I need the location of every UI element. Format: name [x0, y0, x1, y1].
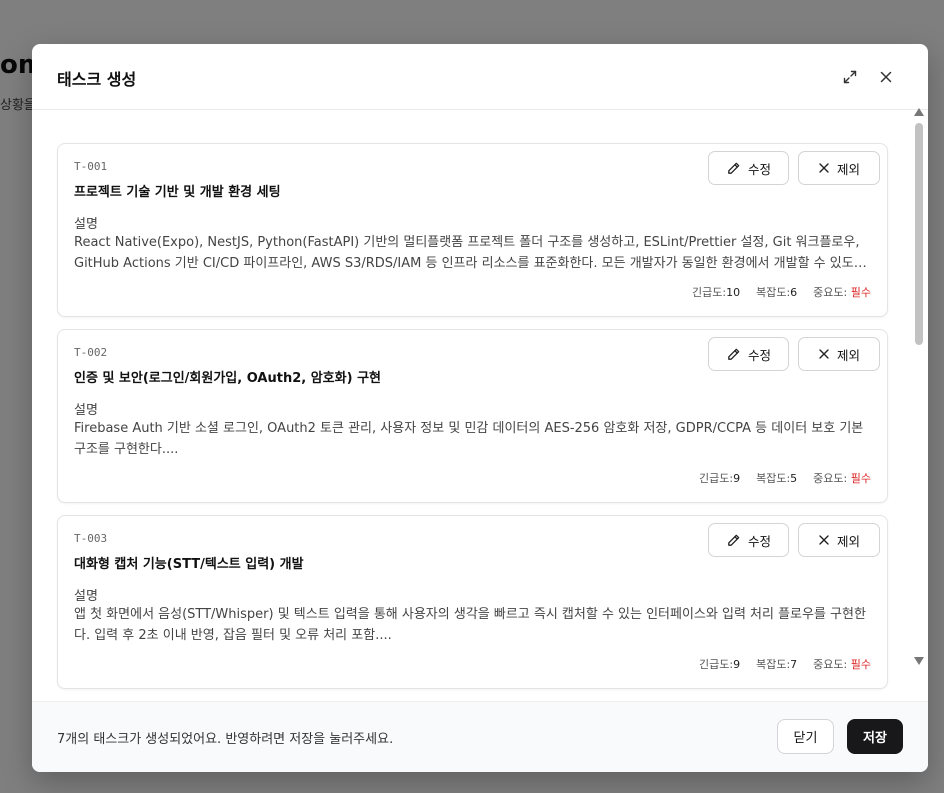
complexity-label: 복잡도: [756, 472, 791, 485]
edit-label: 수정 [747, 161, 771, 177]
exclude-button[interactable]: 제외 [798, 523, 880, 557]
task-list[interactable]: T-001 프로젝트 기술 기반 및 개발 환경 세팅 수정 제외 설명 Rea… [32, 110, 928, 702]
dialog-footer: 7개의 태스크가 생성되었어요. 반영하려면 저장을 눌러주세요. 닫기 저장 [32, 701, 928, 772]
edit-label: 수정 [747, 347, 771, 363]
save-button[interactable]: 저장 [847, 719, 903, 754]
importance-label: 중요도: [813, 286, 848, 299]
task-title: 대화형 캡처 기능(STT/텍스트 입력) 개발 [74, 557, 304, 572]
x-icon [819, 535, 829, 545]
exclude-label: 제외 [836, 161, 860, 177]
task-card: T-001 프로젝트 기술 기반 및 개발 환경 세팅 수정 제외 설명 Rea… [57, 143, 888, 317]
task-id: T-001 [74, 160, 108, 173]
close-button[interactable]: 닫기 [777, 719, 834, 754]
pencil-icon [728, 162, 740, 174]
scrollbar-thumb[interactable] [915, 123, 923, 345]
edit-label: 수정 [747, 533, 771, 549]
task-id: T-002 [74, 346, 108, 359]
edit-button[interactable]: 수정 [708, 337, 789, 371]
complexity-label: 복잡도: [756, 286, 791, 299]
pencil-icon [728, 348, 740, 360]
importance-label: 중요도: [813, 658, 848, 671]
task-create-dialog: 태스크 생성 T-001 프로젝트 기술 기반 및 개발 환경 세팅 수정 제외… [32, 44, 928, 772]
expand-button[interactable] [839, 66, 861, 88]
importance-label: 중요도: [813, 472, 848, 485]
description-label: 설명 [74, 403, 98, 418]
edit-button[interactable]: 수정 [708, 151, 789, 185]
importance-value: 필수 [850, 286, 871, 299]
exclude-label: 제외 [836, 533, 860, 549]
task-metrics: 긴급도:9 복잡도:5 중요도: 필수 [699, 470, 871, 486]
task-id: T-003 [74, 532, 108, 545]
complexity-value: 6 [790, 286, 798, 299]
x-icon [819, 163, 829, 173]
dialog-title: 태스크 생성 [57, 70, 137, 89]
complexity-value: 5 [790, 472, 798, 485]
task-title: 프로젝트 기술 기반 및 개발 환경 세팅 [74, 185, 281, 200]
pencil-icon [728, 534, 740, 546]
urgency-value: 10 [726, 286, 741, 299]
importance-value: 필수 [850, 472, 871, 485]
close-icon [880, 71, 892, 83]
edit-button[interactable]: 수정 [708, 523, 789, 557]
urgency-value: 9 [733, 658, 741, 671]
description-label: 설명 [74, 217, 98, 232]
task-metrics: 긴급도:10 복잡도:6 중요도: 필수 [692, 284, 871, 300]
description-label: 설명 [74, 589, 98, 604]
footer-message: 7개의 태스크가 생성되었어요. 반영하려면 저장을 눌러주세요. [57, 732, 394, 747]
importance-value: 필수 [850, 658, 871, 671]
task-card: T-002 인증 및 보안(로그인/회원가입, OAuth2, 암호화) 구현 … [57, 329, 888, 503]
scroll-up-arrow-icon[interactable] [914, 108, 924, 116]
urgency-label: 긴급도: [692, 286, 727, 299]
expand-icon [843, 70, 857, 84]
complexity-value: 7 [790, 658, 798, 671]
exclude-button[interactable]: 제외 [798, 151, 880, 185]
task-description: Firebase Auth 기반 소셜 로그인, OAuth2 토큰 관리, 사… [74, 421, 864, 457]
complexity-label: 복잡도: [756, 658, 791, 671]
exclude-label: 제외 [836, 347, 860, 363]
exclude-button[interactable]: 제외 [798, 337, 880, 371]
urgency-label: 긴급도: [699, 472, 734, 485]
task-title: 인증 및 보안(로그인/회원가입, OAuth2, 암호화) 구현 [74, 371, 381, 386]
urgency-label: 긴급도: [699, 658, 734, 671]
close-dialog-button[interactable] [875, 66, 897, 88]
task-description: React Native(Expo), NestJS, Python(FastA… [74, 235, 860, 271]
scroll-down-arrow-icon[interactable] [914, 657, 924, 665]
urgency-value: 9 [733, 472, 741, 485]
task-card: T-003 대화형 캡처 기능(STT/텍스트 입력) 개발 수정 제외 설명 … [57, 515, 888, 689]
dialog-header: 태스크 생성 [32, 44, 928, 110]
task-description: 앱 첫 화면에서 음성(STT/Whisper) 및 텍스트 입력을 통해 사용… [74, 607, 866, 643]
x-icon [819, 349, 829, 359]
task-metrics: 긴급도:9 복잡도:7 중요도: 필수 [699, 656, 871, 672]
